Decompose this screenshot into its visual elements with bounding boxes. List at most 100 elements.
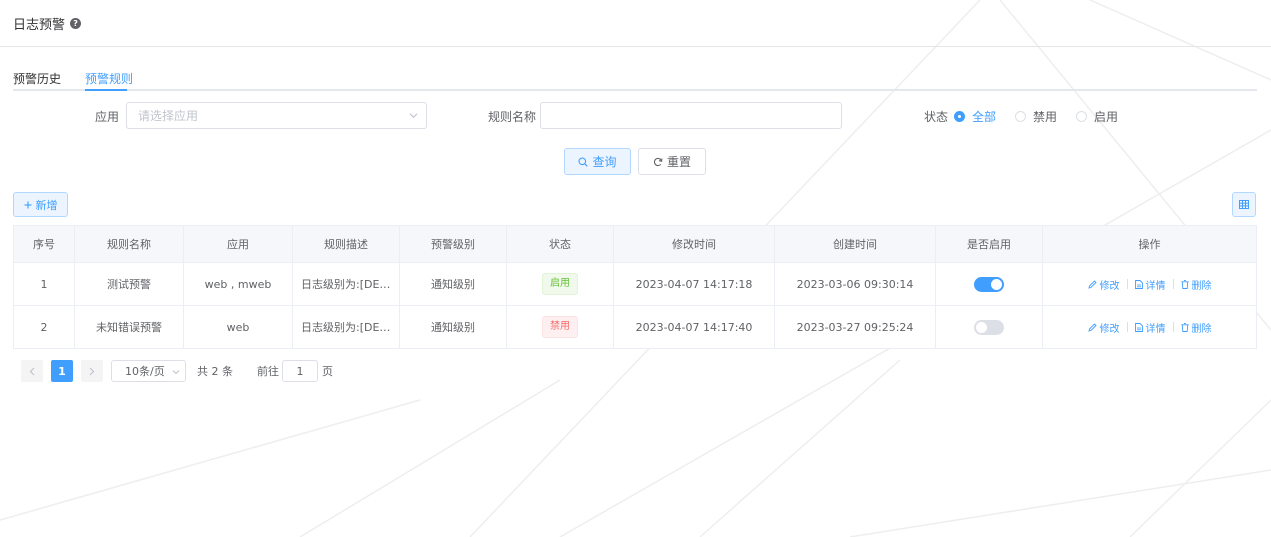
query-button[interactable]: 查询 [564,148,631,175]
switch-knob [976,321,987,333]
status-filter-label: 状态 [924,110,949,124]
status-badge: 禁用 [542,316,578,338]
cell-ops: 修改 详情 删除 [1042,305,1257,349]
rule-name-input[interactable] [540,102,842,129]
table-header-row: 序号 规则名称 应用 规则描述 预警级别 状态 修改时间 创建时间 是否启用 操… [13,225,1257,263]
question-circle-icon[interactable]: ? [70,17,82,29]
edit-icon [1087,322,1097,332]
chevron-right-icon [89,367,95,375]
delete-button[interactable]: 删除 [1180,277,1212,292]
chevron-down-icon [172,370,180,375]
cell-status: 禁用 [506,305,614,349]
edit-icon [1087,279,1097,289]
divider [1126,322,1128,332]
column-header: 修改时间 [613,225,775,263]
column-header: 规则描述 [292,225,400,263]
cell-app: web [183,305,293,349]
column-header: 规则名称 [74,225,184,263]
cell-index: 1 [13,262,75,306]
edit-button[interactable]: 修改 [1087,320,1120,335]
detail-label: 详情 [1145,280,1166,292]
delete-label: 删除 [1191,323,1212,335]
edit-button[interactable]: 修改 [1087,277,1120,292]
column-header: 创建时间 [774,225,936,263]
divider [1172,279,1174,289]
next-page-button[interactable] [81,360,103,382]
add-rule-button-label: 新增 [35,198,58,212]
cell-modified: 2023-04-07 14:17:40 [613,305,775,349]
refresh-icon [653,157,663,166]
app-select[interactable]: 请选择应用 [126,102,427,129]
tab-active-indicator [85,89,127,91]
tab-bar: 预警历史 预警规则 [13,60,1257,91]
divider [1172,322,1174,332]
detail-label: 详情 [1145,323,1166,335]
cell-level: 通知级别 [399,305,507,349]
cell-index: 2 [13,305,75,349]
cell-status: 启用 [506,262,614,306]
page-size-value: 10条/页 [125,365,165,378]
column-header: 应用 [183,225,293,263]
delete-button[interactable]: 删除 [1180,320,1212,335]
goto-label: 前往 [257,365,279,378]
status-radio-all-label: 全部 [972,110,997,124]
trash-icon [1180,279,1189,289]
radio-dot [1076,111,1087,122]
prev-page-button[interactable] [21,360,43,382]
status-radio-enabled[interactable]: 启用 [1076,108,1118,125]
radio-dot [1015,111,1026,122]
rules-table: 序号 规则名称 应用 规则描述 预警级别 状态 修改时间 创建时间 是否启用 操… [13,225,1257,349]
app-filter-label: 应用 [95,110,120,124]
trash-icon [1180,322,1189,332]
switch-knob [991,278,1002,290]
app-select-placeholder: 请选择应用 [138,109,199,123]
document-icon [1134,279,1143,289]
query-button-label: 查询 [592,155,617,169]
goto-page-input[interactable] [282,360,318,382]
status-radio-disabled-label: 禁用 [1033,110,1058,124]
cell-level: 通知级别 [399,262,507,306]
column-header: 预警级别 [399,225,507,263]
search-icon [578,156,589,167]
tab-alert-rules[interactable]: 预警规则 [85,70,133,87]
page-size-select[interactable]: 10条/页 [111,360,186,382]
detail-button[interactable]: 详情 [1134,320,1166,335]
status-radio-disabled[interactable]: 禁用 [1015,108,1057,125]
enable-switch[interactable] [974,319,1004,335]
cell-created: 2023-03-27 09:25:24 [774,305,936,349]
edit-label: 修改 [1099,280,1120,292]
reset-button[interactable]: 重置 [638,148,706,175]
cell-modified: 2023-04-07 14:17:18 [613,262,775,306]
cell-enabled [935,262,1043,306]
table-columns-icon [1239,200,1249,209]
chevron-left-icon [29,367,35,375]
tab-alert-history[interactable]: 预警历史 [13,70,61,87]
pagination: 1 10条/页 共 2 条 前往 页 [21,360,333,382]
cell-rule-name: 测试预警 [74,262,184,306]
radio-dot [954,111,965,122]
column-settings-button[interactable] [1232,192,1256,217]
cell-rule-name: 未知错误预警 [74,305,184,349]
cell-created: 2023-03-06 09:30:14 [774,262,936,306]
edit-label: 修改 [1099,323,1120,335]
status-badge: 启用 [542,273,578,295]
add-rule-button[interactable]: 新增 [13,192,68,217]
total-count: 共 2 条 [197,365,233,378]
cell-app: web , mweb [183,262,293,306]
chevron-down-icon [409,113,418,119]
cell-description: 日志级别为:[DEBUG] [292,305,400,349]
page-number-button[interactable]: 1 [51,360,73,382]
reset-button-label: 重置 [666,155,691,169]
plus-icon [24,201,31,208]
goto-unit: 页 [322,365,333,378]
page-header: 日志预警 ? [0,0,1271,47]
rule-name-label: 规则名称 [488,110,537,124]
document-icon [1134,322,1143,332]
cell-description: 日志级别为:[DEBUG] [292,262,400,306]
detail-button[interactable]: 详情 [1134,277,1166,292]
status-radio-all[interactable]: 全部 [954,108,996,125]
enable-switch[interactable] [974,276,1004,292]
status-radio-enabled-label: 启用 [1094,110,1119,124]
page-title: 日志预警 [13,17,66,33]
cell-enabled [935,305,1043,349]
